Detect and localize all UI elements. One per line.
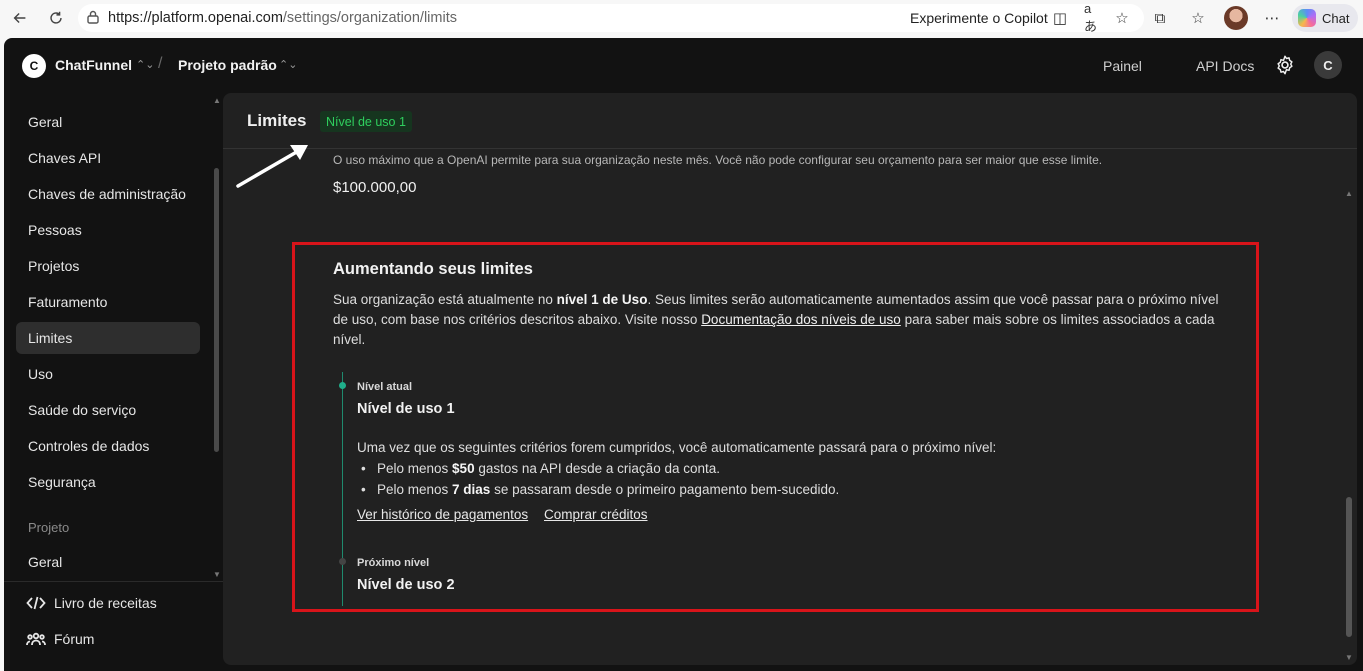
usage-tier-badge: Nível de uso 1 [320,111,412,132]
url-text: https://platform.openai.com/settings/org… [108,10,457,26]
page-title: Limites [247,111,307,130]
favorites-icon[interactable]: ☆ [1188,8,1208,28]
sidebar-item-projects[interactable]: Projetos [16,250,200,282]
address-bar[interactable]: https://platform.openai.com/settings/org… [78,1,1144,34]
sidebar-item-data-controls[interactable]: Controles de dados [16,430,200,462]
back-icon[interactable] [6,4,34,32]
sidebar-item-api-keys[interactable]: Chaves API [16,142,200,174]
sidebar-item-service-health[interactable]: Saúde do serviço [16,394,200,426]
main-scrollbar[interactable] [1346,497,1352,637]
user-avatar[interactable]: C [1314,51,1342,79]
people-icon [26,632,46,646]
sidebar-item-admin-keys[interactable]: Chaves de administração [16,178,200,210]
current-tier-label: Nível atual [357,381,413,393]
sidebar-item-project-geral[interactable]: Geral [16,546,200,578]
cookbook-label: Livro de receitas [54,595,157,611]
sidebar-section-project: Projeto [28,520,70,535]
copilot-chat-button[interactable]: Chat [1292,4,1358,32]
sidebar-item-security[interactable]: Segurança [16,466,200,498]
breadcrumb-separator: / [158,55,163,72]
scroll-up-icon[interactable]: ▲ [1345,189,1353,198]
criteria-item: • Pelo menos $50 gastos na API desde a cr… [361,461,720,476]
scroll-down-icon[interactable]: ▼ [213,570,221,579]
criteria-item: • Pelo menos 7 dias se passaram desde o p… [361,482,840,497]
lock-icon [87,10,99,24]
chevron-updown-icon[interactable]: ⌃⌄ [136,58,154,71]
payment-history-link[interactable]: Ver histórico de pagamentos [357,507,528,522]
sidebar-item-people[interactable]: Pessoas [16,214,200,246]
dashboard-link[interactable]: Painel [1103,58,1142,74]
scroll-down-icon[interactable]: ▼ [1345,653,1353,662]
annotation-arrow-icon [236,145,308,188]
sidebar-footer-forum[interactable]: Fórum [26,631,94,647]
sidebar-divider [4,581,223,582]
app-topbar: C ChatFunnel ⌃⌄ / Projeto padrão ⌃⌄ Pain… [4,38,1363,92]
monthly-limit-amount: $100.000,00 [333,179,417,196]
chevron-updown-icon[interactable]: ⌃⌄ [279,58,297,71]
copilot-logo-icon [1298,9,1316,27]
sidebar-item-billing[interactable]: Faturamento [16,286,200,318]
sidebar-item-usage[interactable]: Uso [16,358,200,390]
refresh-icon[interactable] [42,4,70,32]
increase-limits-body: Sua organização está atualmente no nível… [333,292,1219,347]
next-tier-title: Nível de uso 2 [357,577,455,593]
criteria-intro: Uma vez que os seguintes critérios forem… [357,440,997,455]
api-docs-link[interactable]: API Docs [1196,58,1254,74]
sidebar-footer-cookbook[interactable]: Livro de receitas [26,595,157,611]
increase-limits-title: Aumentando seus limites [333,260,533,278]
sidebar-item-geral[interactable]: Geral [16,106,200,138]
scroll-up-icon[interactable]: ▲ [213,96,221,105]
more-icon[interactable]: ⋯ [1262,8,1282,28]
current-tier-dot [339,382,346,389]
monthly-limit-description: O uso máximo que a OpenAI permite para s… [333,153,1103,167]
translate-icon[interactable]: aあ [1084,1,1104,34]
org-switcher[interactable]: ChatFunnel [55,57,132,73]
tier-timeline [342,372,343,606]
usage-tiers-docs-link[interactable]: Documentação dos níveis de uso [701,312,901,327]
sidebar-item-limits[interactable]: Limites [16,322,200,354]
copilot-promo[interactable]: Experimente o Copilot [910,10,1048,26]
copilot-icon[interactable]: ◫ [1050,8,1070,28]
extensions-icon[interactable]: ⧉ [1150,8,1170,28]
forum-label: Fórum [54,631,95,647]
sidebar-scrollbar[interactable] [214,168,219,452]
browser-toolbar: https://platform.openai.com/settings/org… [0,0,1363,36]
settings-gear-icon[interactable] [1274,54,1296,76]
buy-credits-link[interactable]: Comprar créditos [544,507,648,522]
sidebar: Geral Chaves API Chaves de administração… [4,92,223,671]
project-switcher[interactable]: Projeto padrão [178,57,277,73]
code-icon [26,596,46,610]
current-tier-title: Nível de uso 1 [357,401,455,417]
org-avatar[interactable]: C [22,54,46,78]
main-header: Limites Nível de uso 1 [223,93,1357,149]
next-tier-label: Próximo nível [357,557,430,569]
profile-avatar[interactable] [1224,6,1248,30]
chat-label: Chat [1322,10,1350,26]
next-tier-dot [339,558,346,565]
star-icon[interactable]: ☆ [1112,8,1132,28]
